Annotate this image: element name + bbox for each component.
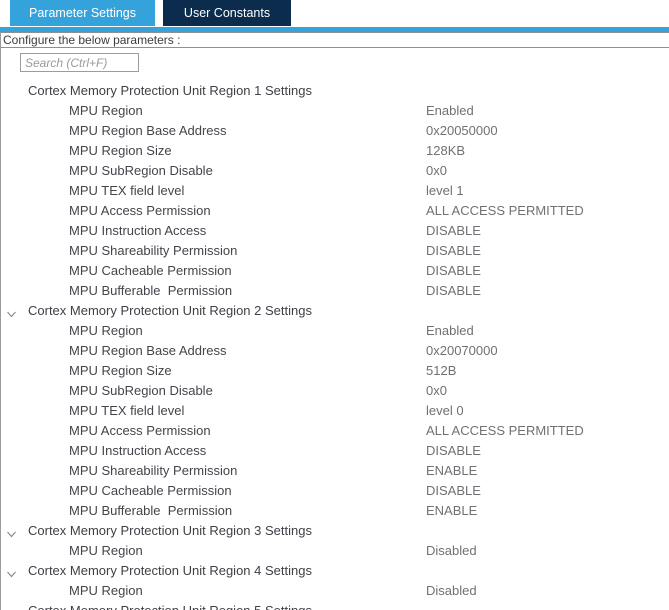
- param-label: MPU SubRegion Disable: [69, 383, 213, 398]
- param-label: MPU SubRegion Disable: [69, 163, 213, 178]
- param-value[interactable]: DISABLE: [426, 241, 481, 261]
- tab-parameter-settings[interactable]: Parameter Settings: [10, 0, 155, 26]
- param-row[interactable]: MPU Region Base Address 0x20070000: [1, 341, 669, 361]
- param-row[interactable]: MPU Region Enabled: [1, 101, 669, 121]
- param-value[interactable]: Disabled: [426, 541, 477, 561]
- param-row[interactable]: MPU Region Enabled: [1, 321, 669, 341]
- param-label: MPU TEX field level: [69, 183, 185, 198]
- section-title: Cortex Memory Protection Unit Region 5 S…: [28, 603, 312, 610]
- parameter-tree: Cortex Memory Protection Unit Region 1 S…: [1, 81, 669, 610]
- param-row[interactable]: MPU SubRegion Disable 0x0: [1, 161, 669, 181]
- param-row[interactable]: MPU Access Permission ALL ACCESS PERMITTE…: [1, 421, 669, 441]
- param-value[interactable]: 0x20050000: [426, 121, 498, 141]
- param-value[interactable]: DISABLE: [426, 261, 481, 281]
- tab-bar: Parameter Settings User Constants: [0, 0, 669, 26]
- param-label: MPU Region Size: [69, 143, 172, 158]
- param-value[interactable]: level 1: [426, 181, 464, 201]
- param-label: MPU Region: [69, 543, 143, 558]
- chevron-down-icon[interactable]: [6, 526, 17, 538]
- param-row[interactable]: MPU Cacheable Permission DISABLE: [1, 261, 669, 281]
- chevron-down-icon[interactable]: [6, 566, 17, 578]
- param-value[interactable]: 0x0: [426, 381, 447, 401]
- param-row[interactable]: MPU Shareability Permission ENABLE: [1, 461, 669, 481]
- param-value[interactable]: ALL ACCESS PERMITTED: [426, 421, 584, 441]
- section-title: Cortex Memory Protection Unit Region 2 S…: [28, 303, 312, 318]
- param-value[interactable]: 0x0: [426, 161, 447, 181]
- param-value[interactable]: Enabled: [426, 101, 474, 121]
- param-label: MPU Region Size: [69, 363, 172, 378]
- param-value[interactable]: ENABLE: [426, 501, 477, 521]
- param-value[interactable]: ALL ACCESS PERMITTED: [426, 201, 584, 221]
- param-label: MPU Bufferable Permission: [69, 503, 233, 518]
- section-header-region-1[interactable]: Cortex Memory Protection Unit Region 1 S…: [1, 81, 669, 101]
- param-value[interactable]: DISABLE: [426, 281, 481, 301]
- param-value[interactable]: ENABLE: [426, 461, 477, 481]
- param-label: MPU Region Base Address: [69, 343, 227, 358]
- param-label: MPU Cacheable Permission: [69, 483, 232, 498]
- param-value[interactable]: Disabled: [426, 581, 477, 601]
- param-row[interactable]: MPU Region Disabled: [1, 541, 669, 561]
- param-row[interactable]: MPU Bufferable Permission ENABLE: [1, 501, 669, 521]
- param-label: MPU Bufferable Permission: [69, 283, 233, 298]
- param-row[interactable]: MPU Bufferable Permission DISABLE: [1, 281, 669, 301]
- chevron-down-icon[interactable]: [6, 606, 17, 610]
- param-row[interactable]: MPU Region Disabled: [1, 581, 669, 601]
- param-row[interactable]: MPU Access Permission ALL ACCESS PERMITTE…: [1, 201, 669, 221]
- param-label: MPU Shareability Permission: [69, 243, 238, 258]
- param-row[interactable]: MPU SubRegion Disable 0x0: [1, 381, 669, 401]
- section-header-region-2[interactable]: Cortex Memory Protection Unit Region 2 S…: [1, 301, 669, 321]
- param-label: MPU Region: [69, 583, 143, 598]
- param-row[interactable]: MPU TEX field level level 0: [1, 401, 669, 421]
- param-label: MPU TEX field level: [69, 403, 185, 418]
- instruction-label: Configure the below parameters :: [1, 32, 669, 48]
- section-title: Cortex Memory Protection Unit Region 3 S…: [28, 523, 312, 538]
- param-label: MPU Shareability Permission: [69, 463, 238, 478]
- param-label: MPU Cacheable Permission: [69, 263, 232, 278]
- parameter-panel: Configure the below parameters : Cortex …: [0, 32, 669, 610]
- param-row[interactable]: MPU Region Base Address 0x20050000: [1, 121, 669, 141]
- param-label: MPU Access Permission: [69, 423, 211, 438]
- param-label: MPU Instruction Access: [69, 223, 207, 238]
- param-label: MPU Region: [69, 323, 143, 338]
- param-label: MPU Access Permission: [69, 203, 211, 218]
- param-row[interactable]: MPU Instruction Access DISABLE: [1, 441, 669, 461]
- param-value[interactable]: Enabled: [426, 321, 474, 341]
- param-row[interactable]: MPU Region Size 512B: [1, 361, 669, 381]
- section-header-region-3[interactable]: Cortex Memory Protection Unit Region 3 S…: [1, 521, 669, 541]
- param-value[interactable]: 0x20070000: [426, 341, 498, 361]
- section-header-region-5[interactable]: Cortex Memory Protection Unit Region 5 S…: [1, 601, 669, 610]
- param-label: MPU Region: [69, 103, 143, 118]
- chevron-down-icon[interactable]: [6, 306, 17, 318]
- param-row[interactable]: MPU Instruction Access DISABLE: [1, 221, 669, 241]
- tab-user-constants[interactable]: User Constants: [163, 0, 291, 26]
- param-label: MPU Instruction Access: [69, 443, 207, 458]
- param-row[interactable]: MPU Cacheable Permission DISABLE: [1, 481, 669, 501]
- param-value[interactable]: 512B: [426, 361, 456, 381]
- param-row[interactable]: MPU Region Size 128KB: [1, 141, 669, 161]
- param-row[interactable]: MPU Shareability Permission DISABLE: [1, 241, 669, 261]
- param-value[interactable]: DISABLE: [426, 441, 481, 461]
- search-container: [1, 48, 669, 72]
- param-value[interactable]: level 0: [426, 401, 464, 421]
- section-title: Cortex Memory Protection Unit Region 4 S…: [28, 563, 312, 578]
- param-value[interactable]: 128KB: [426, 141, 465, 161]
- param-label: MPU Region Base Address: [69, 123, 227, 138]
- search-input[interactable]: [20, 53, 139, 72]
- section-header-region-4[interactable]: Cortex Memory Protection Unit Region 4 S…: [1, 561, 669, 581]
- param-value[interactable]: DISABLE: [426, 221, 481, 241]
- section-title: Cortex Memory Protection Unit Region 1 S…: [28, 83, 312, 98]
- param-value[interactable]: DISABLE: [426, 481, 481, 501]
- param-row[interactable]: MPU TEX field level level 1: [1, 181, 669, 201]
